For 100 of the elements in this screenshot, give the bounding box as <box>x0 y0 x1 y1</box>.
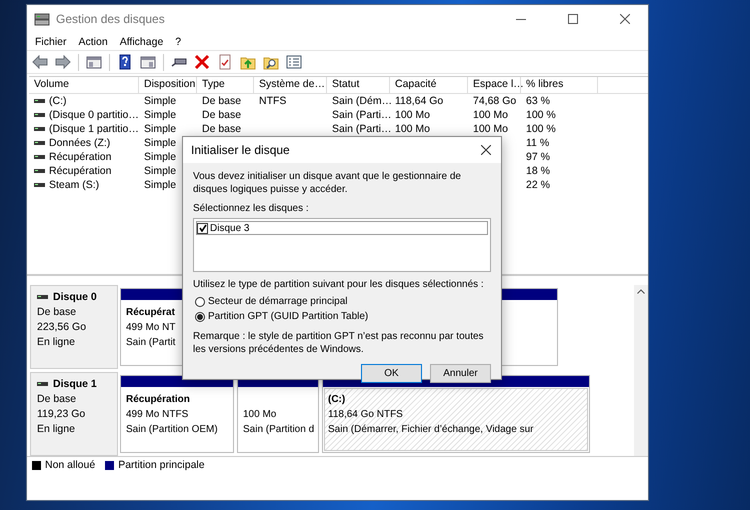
dialog-title: Initialiser le disque <box>191 143 291 157</box>
scroll-up-icon[interactable] <box>637 289 645 294</box>
column-header[interactable]: % libres <box>521 77 598 93</box>
disk-name: Disque 1 <box>53 377 97 391</box>
menu-item[interactable]: Action <box>72 36 114 48</box>
list-label: Sélectionnez les disques : <box>193 202 310 215</box>
table-cell: Steam (S:) <box>49 178 100 192</box>
disk-info-panel[interactable]: Disque 0 De base 223,56 Go En ligne <box>30 285 118 369</box>
menu-item[interactable]: Fichier <box>29 36 73 48</box>
disk-type: De base <box>37 305 78 319</box>
table-cell: Simple <box>144 109 176 121</box>
column-header[interactable]: Type <box>197 77 254 93</box>
dialog-message: Vous devez initialiser un disque avant que le gestionnaire de disques logiques puisse y accéder. <box>193 170 462 196</box>
disk-name: Disque 0 <box>53 290 97 304</box>
dialog-button[interactable]: OK <box>361 364 422 383</box>
drive-icon <box>34 154 45 160</box>
window-title: Gestion des disques <box>56 12 165 26</box>
partition-status: Sain (Partition d <box>243 423 314 437</box>
table-cell: De base <box>202 95 242 107</box>
menu-item[interactable]: Affichage <box>114 36 170 48</box>
drive-icon <box>34 140 45 146</box>
drive-icon <box>34 168 45 174</box>
table-cell: 100 Mo <box>473 109 508 121</box>
disk-size: 223,56 Go <box>37 320 88 334</box>
table-cell: Récupération <box>49 150 112 164</box>
maximize-icon[interactable] <box>568 14 578 24</box>
table-cell: Simple <box>144 165 176 177</box>
disk-size: 119,23 Go <box>37 407 86 421</box>
table-cell: 22 % <box>526 179 550 191</box>
partition-style-label: Utilisez le type de partition suivant pour les disques sélectionnés : <box>193 278 485 291</box>
disk-type: De base <box>37 392 78 406</box>
table-cell: Simple <box>144 151 176 163</box>
partition-name: Récupération <box>126 393 190 407</box>
partition-name: (C:) <box>328 393 346 407</box>
table-cell: Simple <box>144 95 176 107</box>
partition-size: 499 Mo NT <box>126 321 176 335</box>
table-cell: Sain (Parti… <box>332 109 392 121</box>
partition-block[interactable]: Récupérat 499 Mo NT Sain (Partit <box>120 288 184 366</box>
table-cell: Simple <box>144 179 176 191</box>
app-icon <box>34 12 50 26</box>
table-cell: Simple <box>144 137 176 149</box>
radio-button[interactable] <box>195 296 205 306</box>
partition-size: 100 Mo <box>243 408 276 422</box>
table-cell: 18 % <box>526 165 550 177</box>
partition-status: Sain (Partition OEM) <box>126 423 218 437</box>
table-cell: 63 % <box>526 95 550 107</box>
table-cell: De base <box>202 109 242 121</box>
column-header[interactable]: Volume <box>29 77 139 93</box>
close-icon[interactable] <box>620 14 630 24</box>
table-cell: (Disque 0 partitio… <box>49 108 139 122</box>
disk-list-item[interactable]: Disque 3 <box>210 222 250 234</box>
drive-icon <box>37 381 48 387</box>
scrollbar[interactable] <box>634 285 648 456</box>
table-cell: Données (Z:) <box>49 136 110 150</box>
partition-name: Récupérat <box>126 306 175 320</box>
drive-icon <box>34 126 45 132</box>
table-cell: (Disque 1 partitio… <box>49 122 139 136</box>
column-header[interactable]: Espace l… <box>468 77 521 93</box>
table-cell: Récupération <box>49 164 112 178</box>
table-cell: (C:) <box>49 94 66 108</box>
radio-label[interactable]: Partition GPT (GUID Partition Table) <box>208 311 368 322</box>
menu-item[interactable]: ? <box>169 36 188 48</box>
partition-status: Sain (Démarrer, Fichier d’échange, Vidage sur <box>328 423 534 437</box>
table-cell: Sain (Parti… <box>332 123 392 135</box>
table-cell: 100 Mo <box>473 123 508 135</box>
table-cell: 100 % <box>526 109 556 121</box>
column-header[interactable]: Statut <box>327 77 390 93</box>
close-icon[interactable] <box>481 145 491 155</box>
forward-button[interactable] <box>53 52 73 72</box>
table-cell: Sain (Dém… <box>332 95 392 107</box>
back-button[interactable] <box>30 52 50 72</box>
column-header[interactable]: Disposition <box>139 77 197 93</box>
column-header[interactable]: Capacité <box>390 77 468 93</box>
disk-info-panel[interactable]: Disque 1 De base 119,23 Go En ligne <box>30 372 118 456</box>
table-cell: De base <box>202 123 242 135</box>
radio-button[interactable] <box>195 312 205 322</box>
table-cell: Simple <box>144 123 176 135</box>
table-cell: 11 % <box>526 137 550 149</box>
partition-size: 118,64 Go NTFS <box>328 408 403 422</box>
drive-icon <box>34 182 45 188</box>
drive-icon <box>37 294 48 300</box>
drive-icon <box>34 98 45 104</box>
table-cell: 100 Mo <box>395 123 430 135</box>
partition-block[interactable]: (C:) 118,64 Go NTFS Sain (Démarrer, Fichier d’échange, Vidage sur <box>322 375 590 453</box>
partition-status: Sain (Partit <box>126 336 176 350</box>
disk-list[interactable]: Disque 3 <box>193 218 491 272</box>
checkbox[interactable] <box>197 222 208 234</box>
disk-status: En ligne <box>37 422 76 436</box>
column-header[interactable]: Système de… <box>254 77 327 93</box>
dialog-note: Remarque : le style de partition GPT n’est pas reconnu par toutes les versions précédentes de Windows. <box>193 330 485 356</box>
radio-label[interactable]: Secteur de démarrage principal <box>208 296 348 307</box>
partition-size: 499 Mo NTFS <box>126 408 188 422</box>
table-cell: 97 % <box>526 151 550 163</box>
table-cell: 100 % <box>526 123 556 135</box>
table-cell: 118,64 Go <box>395 95 444 107</box>
delete-icon[interactable] <box>192 52 212 72</box>
dialog-button[interactable]: Annuler <box>430 364 491 383</box>
drive-icon <box>34 112 45 118</box>
disk-status: En ligne <box>37 335 76 349</box>
legend-label: Non alloué <box>45 459 96 471</box>
